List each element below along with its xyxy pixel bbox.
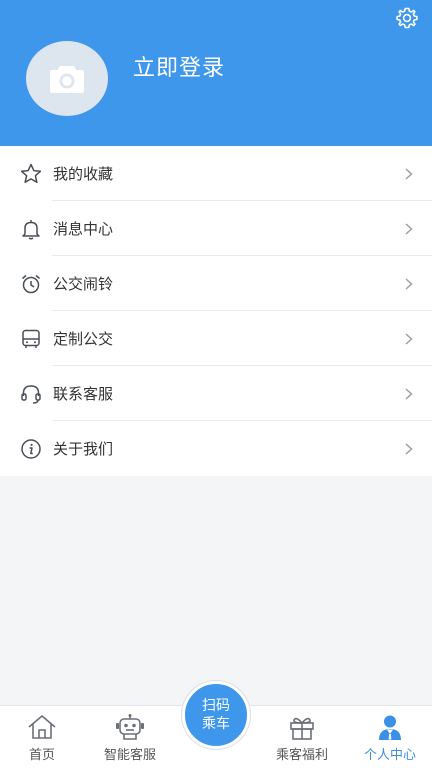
chevron-right-icon [405,222,413,235]
login-link[interactable]: 立即登录 [133,50,225,82]
info-icon [18,436,44,462]
profile-menu: 我的收藏 消息中心 公交闹铃 定制公交 联系客服 关于我们 [0,146,432,476]
settings-button[interactable] [394,5,420,31]
scan-label-line1: 扫码 [202,698,230,714]
menu-item-label: 关于我们 [53,440,114,458]
tab-label: 个人中心 [363,748,416,763]
menu-item-custom-bus[interactable]: 定制公交 [0,311,432,366]
tab-smart-service[interactable]: 智能客服 [98,706,162,768]
alarm-clock-icon [18,271,44,297]
gift-icon [285,712,319,742]
camera-icon [50,65,84,93]
menu-item-favorites[interactable]: 我的收藏 [0,146,432,201]
menu-item-label: 消息中心 [53,220,114,238]
profile-header: 立即登录 [0,0,432,146]
tab-personal-center[interactable]: 个人中心 [356,706,424,768]
menu-item-label: 我的收藏 [53,165,114,183]
robot-icon [113,712,147,742]
tab-label: 乘客福利 [275,748,328,763]
headset-icon [18,381,44,407]
chevron-right-icon [405,332,413,345]
chevron-right-icon [405,387,413,400]
star-icon [18,161,44,187]
menu-item-customer-service[interactable]: 联系客服 [0,366,432,421]
home-icon [25,712,59,742]
menu-item-messages[interactable]: 消息中心 [0,201,432,256]
chevron-right-icon [405,167,413,180]
avatar[interactable] [26,41,108,116]
menu-item-label: 公交闹铃 [53,275,114,293]
menu-item-label: 联系客服 [53,385,114,403]
menu-item-about-us[interactable]: 关于我们 [0,421,432,476]
chevron-right-icon [405,277,413,290]
chevron-right-icon [405,442,413,455]
gear-icon [396,7,418,29]
tab-home[interactable]: 首页 [12,706,72,768]
scan-to-ride-button[interactable]: 扫码 乘车 [182,681,250,749]
tab-label: 首页 [28,748,55,763]
user-icon [373,712,407,742]
tab-passenger-benefits[interactable]: 乘客福利 [270,706,334,768]
menu-item-label: 定制公交 [53,330,114,348]
menu-item-bus-alarm[interactable]: 公交闹铃 [0,256,432,311]
tab-label: 智能客服 [103,748,156,763]
scan-label-line2: 乘车 [202,716,230,732]
bus-icon [18,326,44,352]
bell-icon [18,216,44,242]
